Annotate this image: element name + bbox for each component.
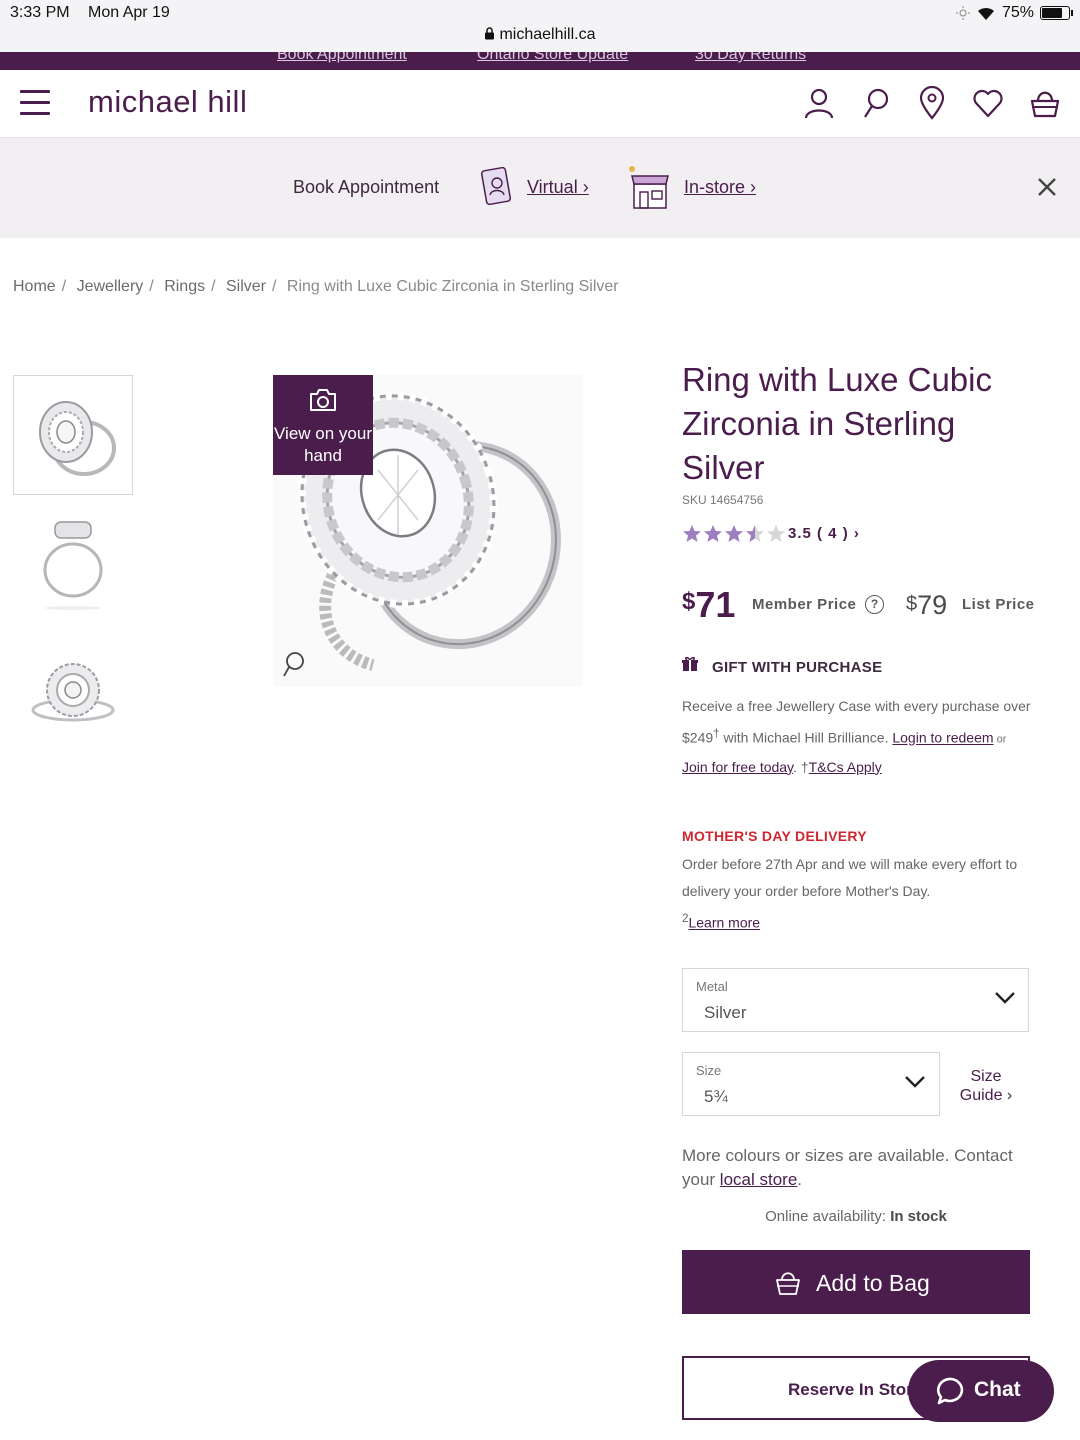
join-free-link[interactable]: Join for free today bbox=[682, 759, 793, 775]
gift-text-end: with Michael Hill Brilliance. bbox=[719, 729, 889, 746]
wishlist-icon[interactable] bbox=[971, 86, 1005, 120]
bag-icon bbox=[776, 1272, 800, 1295]
mothers-day-title: MOTHER'S DAY DELIVERY bbox=[682, 828, 867, 844]
local-store-link[interactable]: local store bbox=[720, 1170, 797, 1189]
metal-label: Metal bbox=[696, 979, 728, 994]
tcs-link[interactable]: T&Cs Apply bbox=[809, 759, 882, 775]
metal-select[interactable]: Metal Silver bbox=[682, 968, 1029, 1032]
site-header: michael hill bbox=[0, 70, 1080, 138]
thumbnail-2[interactable] bbox=[13, 500, 133, 620]
virtual-appointment-link[interactable]: Virtual › bbox=[527, 177, 589, 198]
camera-icon bbox=[310, 389, 336, 411]
view-on-hand-button[interactable]: View on your hand bbox=[273, 375, 373, 475]
phone-video-icon bbox=[480, 166, 512, 206]
status-date: Mon Apr 19 bbox=[88, 4, 170, 21]
status-bar: 3:33 PM Mon Apr 19 75% michaelhill.ca bbox=[0, 0, 1080, 52]
thumbnail-3[interactable] bbox=[13, 625, 133, 745]
gift-title: GIFT WITH PURCHASE bbox=[712, 659, 883, 676]
product-sku: SKU 14654756 bbox=[682, 493, 764, 507]
instore-appointment-link[interactable]: In-store › bbox=[684, 177, 756, 198]
promo-link-returns[interactable]: 30 Day Returns bbox=[695, 52, 806, 64]
product-title: Ring with Luxe Cubic Zirconia in Sterlin… bbox=[682, 361, 992, 486]
mothers-day-text: Order before 27th Apr and we will make e… bbox=[682, 851, 1032, 937]
ring-side-image bbox=[43, 521, 103, 610]
list-price-value: 79 bbox=[917, 590, 948, 620]
status-right: 75% bbox=[955, 4, 1073, 22]
battery-icon bbox=[1040, 6, 1073, 20]
search-icon[interactable] bbox=[859, 86, 893, 120]
battery-percent: 75% bbox=[1001, 4, 1034, 21]
size-value: 5¾ bbox=[704, 1087, 728, 1106]
star-icon bbox=[704, 525, 722, 542]
chat-label: Chat bbox=[974, 1378, 1021, 1401]
store-locator-icon[interactable] bbox=[915, 86, 949, 120]
list-price-label: List Price bbox=[962, 596, 1035, 613]
online-availability: Online availability: In stock bbox=[682, 1208, 1030, 1225]
reserve-label: Reserve In Store bbox=[788, 1380, 923, 1399]
star-icon bbox=[767, 525, 785, 542]
chevron-down-icon bbox=[995, 992, 1015, 1004]
thumbnail-1[interactable] bbox=[13, 375, 133, 495]
list-price-currency: $ bbox=[906, 593, 918, 615]
gift-icon bbox=[682, 656, 698, 671]
ring-top-image bbox=[31, 663, 115, 722]
wifi-icon bbox=[977, 7, 994, 20]
add-to-bag-button[interactable]: Add to Bag bbox=[682, 1250, 1030, 1314]
availability-label: Online availability: bbox=[765, 1208, 891, 1225]
storefront-icon bbox=[629, 166, 669, 209]
availability-value: In stock bbox=[890, 1208, 947, 1225]
breadcrumb-rings[interactable]: Rings bbox=[164, 278, 205, 295]
member-price-value: 71 bbox=[695, 584, 736, 625]
member-price-label: Member Price bbox=[752, 596, 857, 613]
status-time: 3:33 PM bbox=[10, 4, 70, 21]
list-price: $79 bbox=[906, 590, 947, 621]
close-icon[interactable] bbox=[1034, 174, 1060, 200]
brightness-icon bbox=[955, 6, 970, 20]
mothers-day-body: Order before 27th Apr and we will make e… bbox=[682, 856, 1018, 899]
breadcrumb-current: Ring with Luxe Cubic Zirconia in Sterlin… bbox=[286, 278, 619, 295]
chat-button[interactable]: Chat bbox=[908, 1360, 1054, 1422]
login-to-redeem-link[interactable]: Login to redeem bbox=[892, 730, 993, 746]
url-text: michaelhill.ca bbox=[499, 26, 596, 43]
star-icon bbox=[746, 525, 764, 542]
promo-link-store-update[interactable]: Ontario Store Update bbox=[477, 52, 628, 64]
ring-image bbox=[39, 401, 116, 476]
size-guide-link[interactable]: Size Guide › bbox=[955, 1067, 1017, 1105]
gift-tcs-prefix: . † bbox=[793, 758, 809, 775]
gift-text: Receive a free Jewellery Case with every… bbox=[682, 693, 1032, 781]
breadcrumb: Home / Jewellery / Rings / Silver / Ring wit… bbox=[13, 278, 619, 295]
star-rating[interactable] bbox=[682, 524, 786, 544]
size-select[interactable]: Size 5¾ bbox=[682, 1052, 940, 1116]
url-bar[interactable]: michaelhill.ca bbox=[0, 26, 1080, 44]
star-icon bbox=[725, 525, 743, 542]
breadcrumb-jewellery[interactable]: Jewellery bbox=[77, 278, 144, 295]
add-to-bag-label: Add to Bag bbox=[816, 1270, 930, 1296]
more-options-end: . bbox=[797, 1170, 803, 1189]
member-price-currency: $ bbox=[682, 588, 696, 615]
metal-value: Silver bbox=[704, 1003, 747, 1022]
size-label: Size bbox=[696, 1063, 722, 1078]
breadcrumb-silver[interactable]: Silver bbox=[226, 278, 266, 295]
appointment-banner: Book Appointment Virtual › In-store › bbox=[0, 138, 1080, 238]
appointment-label: Book Appointment bbox=[293, 177, 440, 197]
breadcrumb-home[interactable]: Home bbox=[13, 278, 56, 295]
site-logo[interactable]: michael hill bbox=[88, 84, 247, 120]
lock-icon bbox=[485, 27, 495, 40]
promo-bar: Book Appointment Ontario Store Update 30… bbox=[0, 52, 1080, 70]
learn-more-link[interactable]: Learn more bbox=[688, 915, 760, 931]
more-options-text: More colours or sizes are available. Con… bbox=[682, 1144, 1032, 1192]
chat-bubble-icon bbox=[936, 1377, 964, 1405]
menu-icon[interactable] bbox=[20, 90, 50, 116]
promo-link-book-appointment[interactable]: Book Appointment bbox=[277, 52, 407, 64]
gift-or: or bbox=[993, 733, 1007, 746]
zoom-icon[interactable] bbox=[280, 650, 308, 678]
member-price: $71 bbox=[682, 584, 735, 626]
star-icon bbox=[683, 525, 701, 542]
bag-icon[interactable] bbox=[1028, 86, 1062, 120]
view-on-hand-label: View on your hand bbox=[274, 424, 372, 465]
rating-count[interactable]: 3.5 ( 4 ) › bbox=[788, 525, 860, 542]
chevron-down-icon bbox=[905, 1076, 925, 1088]
account-icon[interactable] bbox=[802, 86, 836, 120]
help-icon[interactable]: ? bbox=[865, 595, 884, 614]
